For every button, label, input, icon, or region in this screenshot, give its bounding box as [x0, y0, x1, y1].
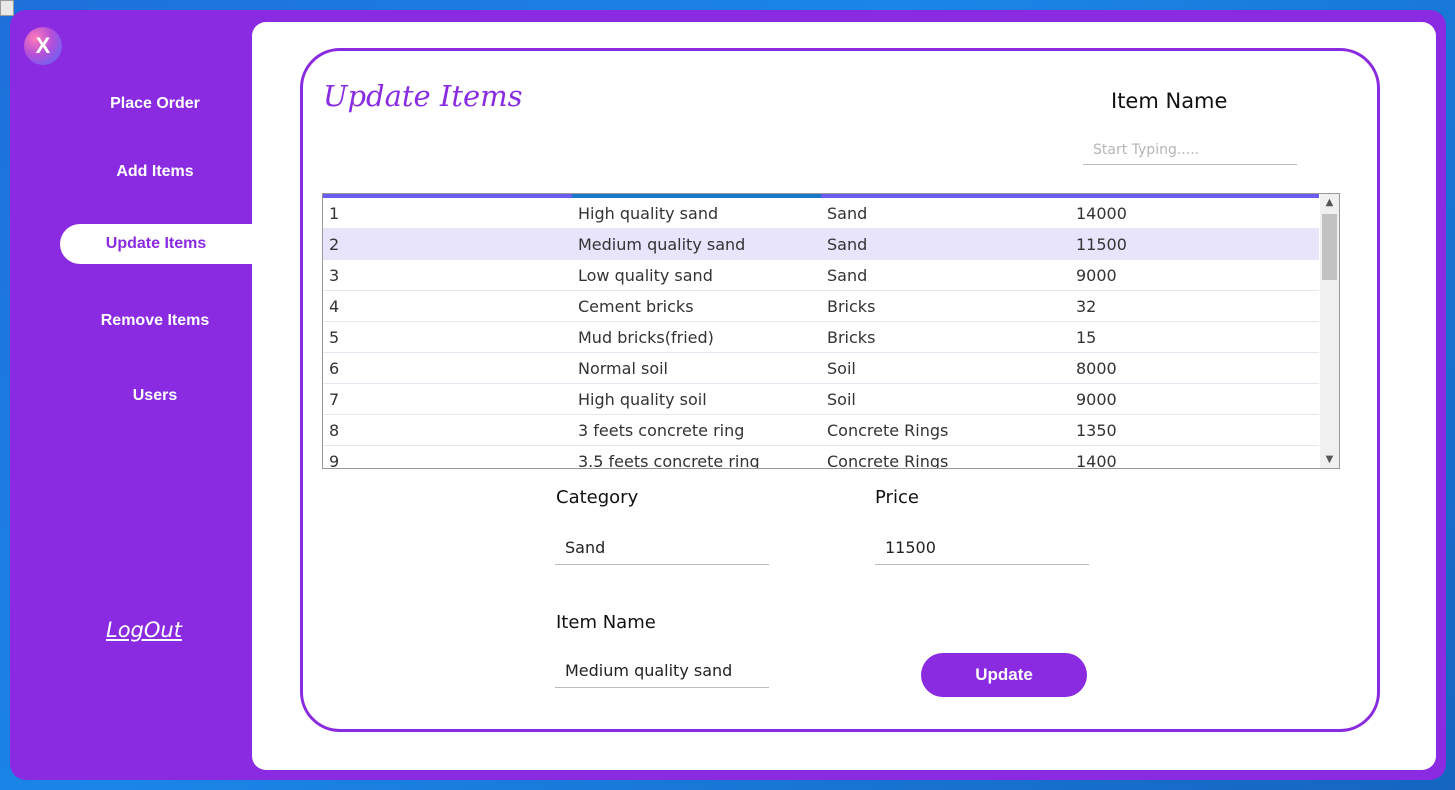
price-label: Price [875, 487, 919, 508]
table-cell: 11500 [1076, 234, 1127, 254]
table-cell: Cement bricks [578, 296, 694, 316]
table-cell: Soil [827, 358, 856, 378]
app-window: X Place Order Add Items Update Items Rem… [10, 10, 1446, 780]
table-row[interactable]: 3 Low quality sand Sand 9000 [323, 260, 1319, 291]
scroll-thumb[interactable] [1322, 214, 1337, 280]
main-content: Update Items Item Name 1 High quality san… [252, 22, 1436, 770]
table-cell: Bricks [827, 327, 876, 347]
table-cell: 32 [1076, 296, 1097, 316]
table-cell: Soil [827, 389, 856, 409]
table-row[interactable]: 1 High quality sand Sand 14000 [323, 198, 1319, 229]
table-cell: 9000 [1076, 265, 1117, 285]
table-row[interactable]: 5 Mud bricks(fried) Bricks 15 [323, 322, 1319, 353]
price-field[interactable] [875, 531, 1089, 565]
search-input[interactable] [1083, 135, 1297, 165]
sidebar-item-remove-items[interactable]: Remove Items [60, 301, 250, 341]
table-cell: 9000 [1076, 389, 1117, 409]
table-cell: 8000 [1076, 358, 1117, 378]
update-button[interactable]: Update [921, 653, 1087, 697]
table-cell: 4 [329, 296, 340, 316]
item-name-field[interactable] [555, 654, 769, 688]
scroll-up-icon[interactable]: ▲ [1320, 194, 1339, 211]
table-cell: 3 [329, 265, 340, 285]
table-cell: Concrete Rings [827, 451, 949, 469]
table-cell: High quality sand [578, 203, 719, 223]
table-cell: 9 [329, 451, 340, 469]
table-cell: Medium quality sand [578, 234, 746, 254]
table-cell: 3 feets concrete ring [578, 420, 745, 440]
table-cell: 3.5 feets concrete ring [578, 451, 760, 469]
sidebar-item-update-items[interactable]: Update Items [60, 224, 252, 264]
table-scrollbar[interactable]: ▲ ▼ [1320, 194, 1339, 468]
scroll-down-icon[interactable]: ▼ [1320, 451, 1339, 468]
table-row[interactable]: 8 3 feets concrete ring Concrete Rings 1350 [323, 415, 1319, 446]
table-cell: 5 [329, 327, 340, 347]
table-cell: 1350 [1076, 420, 1117, 440]
sidebar-item-add-items[interactable]: Add Items [60, 152, 250, 192]
search-label: Item Name [1111, 89, 1228, 113]
table-cell: High quality soil [578, 389, 707, 409]
table-cell: Sand [827, 203, 868, 223]
table-cell: Normal soil [578, 358, 668, 378]
page-title: Update Items [323, 79, 523, 113]
table-cell: 15 [1076, 327, 1097, 347]
update-items-panel: Update Items Item Name 1 High quality san… [300, 48, 1380, 732]
table-cell: 1 [329, 203, 340, 223]
table-cell: Concrete Rings [827, 420, 949, 440]
category-field[interactable] [555, 531, 769, 565]
item-name-label: Item Name [556, 612, 656, 633]
table-row[interactable]: 9 3.5 feets concrete ring Concrete Rings 14… [323, 446, 1319, 469]
table-cell: Sand [827, 265, 868, 285]
table-row[interactable]: 6 Normal soil Soil 8000 [323, 353, 1319, 384]
table-row[interactable]: 2 Medium quality sand Sand 11500 [323, 229, 1319, 260]
sidebar-item-place-order[interactable]: Place Order [60, 84, 250, 124]
items-table[interactable]: 1 High quality sand Sand 14000 2 Medium quali… [322, 193, 1340, 469]
table-cell: 14000 [1076, 203, 1127, 223]
table-cell: 7 [329, 389, 340, 409]
table-cell: 1400 [1076, 451, 1117, 469]
close-button[interactable]: X [24, 27, 62, 65]
table-row[interactable]: 4 Cement bricks Bricks 32 [323, 291, 1319, 322]
desktop-shortcut-icon[interactable] [0, 0, 14, 16]
table-cell: Bricks [827, 296, 876, 316]
table-cell: 8 [329, 420, 340, 440]
table-row[interactable]: 7 High quality soil Soil 9000 [323, 384, 1319, 415]
table-cell: Low quality sand [578, 265, 713, 285]
table-cell: 2 [329, 234, 340, 254]
sidebar-item-users[interactable]: Users [60, 376, 250, 416]
category-label: Category [556, 487, 639, 508]
table-cell: Mud bricks(fried) [578, 327, 714, 347]
table-cell: 6 [329, 358, 340, 378]
table-body: 1 High quality sand Sand 14000 2 Medium quali… [323, 198, 1319, 469]
logout-link[interactable]: LogOut [106, 618, 182, 642]
table-cell: Sand [827, 234, 868, 254]
